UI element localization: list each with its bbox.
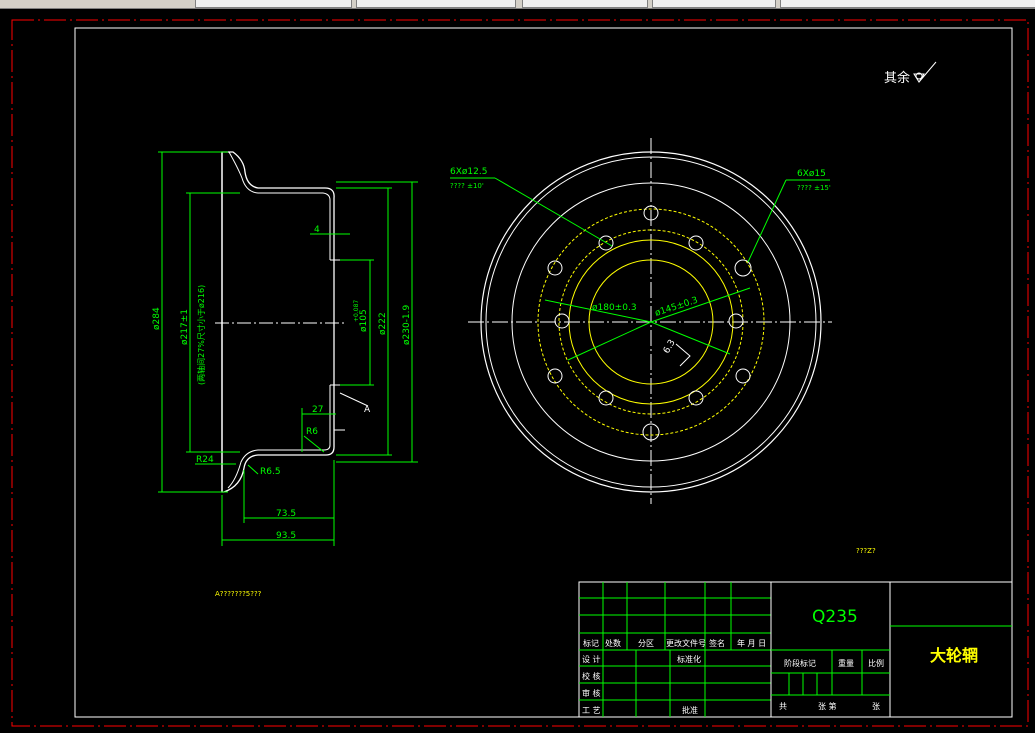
tb-stage: 阶段标记 <box>784 658 816 668</box>
tb-material: Q235 <box>812 607 858 627</box>
tb-review: 审 核 <box>582 688 601 698</box>
dim-w4: 4 <box>314 225 320 235</box>
dim-r65: R6.5 <box>260 467 281 477</box>
tb-approve: 批准 <box>682 705 698 715</box>
dim-r6: R6 <box>306 427 318 437</box>
tb-col-zone: 分区 <box>638 639 654 648</box>
mark-a: A <box>364 405 371 415</box>
dim-w935: 93.5 <box>276 531 296 541</box>
dim-d222: ø222 <box>378 312 388 335</box>
tb-scale: 比例 <box>868 658 884 668</box>
toolbar-tab-3[interactable] <box>522 0 648 8</box>
dim-holes2-tol: ???? ±15' <box>797 184 831 192</box>
dim-holes2: 6Xø15 <box>797 169 826 179</box>
tb-process: 工 艺 <box>582 706 601 715</box>
front-view: 6Xø12.5 ???? ±10' 6Xø15 ???? ±15' ø180±0… <box>450 138 832 504</box>
dim-rough-63: 6.3 <box>662 338 678 355</box>
dim-w735: 73.5 <box>276 509 296 519</box>
dim-d217: ø217±1 <box>180 309 190 345</box>
tb-col-count: 处数 <box>605 638 621 648</box>
toolbar-tab-5[interactable] <box>780 0 1035 8</box>
tb-sheets-no: 张 第 <box>818 701 837 711</box>
roughness-note-text: 其余 <box>884 70 910 86</box>
sheet-border-outer <box>11 19 1029 727</box>
tb-check: 校 核 <box>582 671 601 681</box>
dim-holes1: 6Xø12.5 <box>450 167 487 177</box>
roughness-note: 其余 <box>884 61 937 86</box>
tb-col-sign: 签名 <box>709 638 725 648</box>
tb-design: 设 计 <box>582 654 601 664</box>
toolbar-tab-4[interactable] <box>652 0 776 8</box>
tb-sheets-total: 共 <box>779 702 787 711</box>
right-note: ???Z? <box>856 547 876 555</box>
dim-w27: 27 <box>312 405 323 415</box>
tb-sheets-unit: 张 <box>872 702 880 711</box>
tb-col-change: 更改文件号 <box>666 638 706 648</box>
tb-weight: 重量 <box>838 658 854 668</box>
toolbar-tab-2[interactable] <box>356 0 516 8</box>
dim-d105: ø105 <box>359 309 369 332</box>
title-block-text: 标记 处数 分区 更改文件号 签名 年 月 日 设 计 校 核 审 核 工 艺 … <box>582 607 978 715</box>
dim-holes1-tol: ???? ±10' <box>450 182 484 190</box>
bottom-note: A???????5??? <box>215 590 262 598</box>
cad-drawing-canvas[interactable]: 其余 ø284 ø217±1 (两轴间27%尺寸小于ø216) ø105 +0.… <box>0 8 1035 733</box>
dim-d230: ø230-1.9 <box>402 304 412 345</box>
sheet-frame <box>74 27 1013 718</box>
tb-standard: 标准化 <box>677 654 701 664</box>
side-section-view: ø284 ø217±1 (两轴间27%尺寸小于ø216) ø105 +0.087… <box>152 151 418 546</box>
dim-pcd180: ø180±0.3 <box>592 303 637 313</box>
dim-pcd145: ø145±0.3 <box>654 296 699 319</box>
toolbar-tab-1[interactable] <box>195 0 352 8</box>
dim-d216-note: (两轴间27%尺寸小于ø216) <box>196 285 206 385</box>
dim-d105-tol: +0.087 <box>353 300 360 322</box>
tb-col-date: 年 月 日 <box>737 638 766 648</box>
dim-d284: ø284 <box>152 307 162 330</box>
dim-r24: R24 <box>196 455 214 465</box>
tb-part-name: 大轮辋 <box>930 646 978 665</box>
tb-col-mark: 标记 <box>583 638 599 648</box>
